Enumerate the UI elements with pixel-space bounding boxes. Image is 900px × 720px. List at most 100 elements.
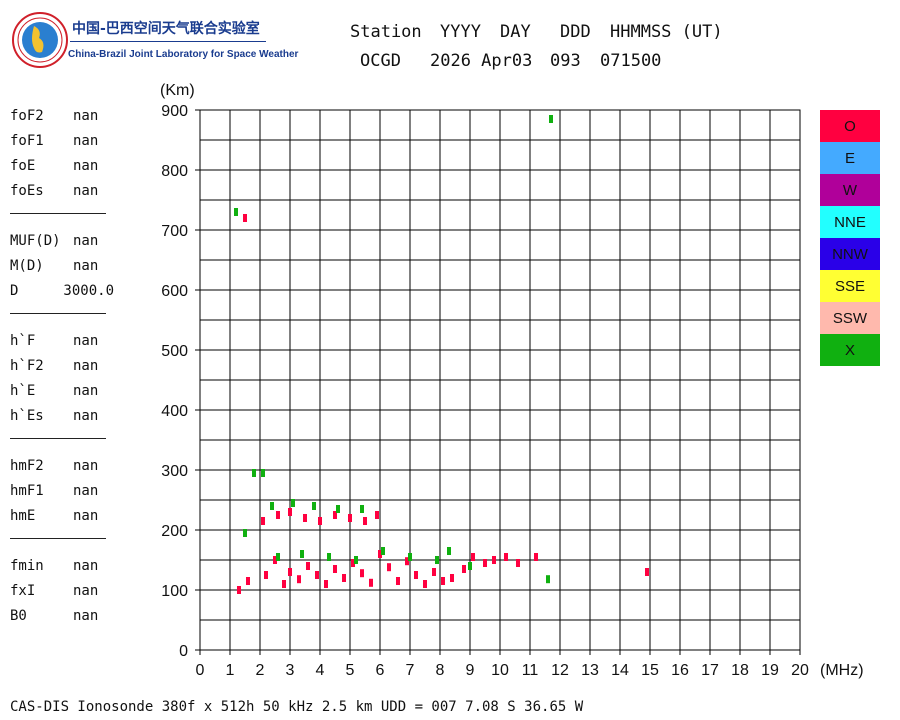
parameter-value: nan [73,358,99,374]
echo-point-x [312,502,316,510]
parameter-value: nan [73,158,99,174]
parameter-name: fmin [10,558,44,574]
echo-point-o [441,577,445,585]
parameter-row: hmF1 nan [10,483,120,503]
logo-chinese-name: 中国-巴西空间天气联合实验室 [72,21,260,37]
x-tick-label: 12 [551,662,569,679]
legend-item-x: X [820,334,880,366]
header-station-value: OCGD [360,51,401,71]
header-time-value: 071500 [600,51,662,71]
echo-point-o [387,563,391,572]
echo-point-o [333,511,337,519]
parameter-row: M(D) nan [10,258,120,278]
echo-point-o [348,514,352,522]
parameter-row: MUF(D) nan [10,233,120,253]
echo-point-o [462,565,466,573]
legend-item-e: E [820,142,880,174]
x-tick-label: 16 [671,662,689,679]
parameter-value: nan [73,408,99,424]
parameter-value: nan [73,133,99,149]
legend-item-nne: NNE [820,206,880,238]
polarization-legend: O E W NNE NNW SSE SSW X [820,110,880,366]
legend-item-o: O [820,110,880,142]
echo-point-o [405,557,409,566]
parameter-name: foF2 [10,108,44,124]
echo-point-o [375,511,379,519]
echo-point-o [315,571,319,579]
parameter-value: nan [73,183,99,199]
echo-point-x [447,547,451,555]
parameter-row: B0 nan [10,608,120,628]
echo-point-x [291,499,295,507]
parameter-name: MUF(D) [10,233,61,249]
parameter-name: foEs [10,183,44,199]
y-axis-label: (Km) [160,82,195,99]
parameter-name: hmF2 [10,458,44,474]
y-tick-label: 900 [161,103,188,120]
parameter-name: foE [10,158,36,174]
plot-frame [199,109,801,651]
y-tick-label: 700 [161,223,188,240]
parameter-value: nan [73,508,99,524]
echo-point-o [450,574,454,582]
parameter-value: nan [73,458,99,474]
echo-point-x [360,505,364,513]
echo-point-x [243,529,247,537]
legend-item-nnw: NNW [820,238,880,270]
echo-point-x [261,469,265,477]
x-tick-label: 5 [346,662,355,679]
parameter-value: nan [73,583,99,599]
parameter-row: foF2 nan [10,108,120,128]
x-tick-label: 0 [196,662,205,679]
echo-point-o [363,517,367,525]
header-doy-value: 093 [550,51,581,71]
parameter-name: M(D) [10,258,44,274]
echo-point-o [432,568,436,576]
ionogram-chart: 0 1 2 3 4 5 6 7 8 9 10 11 12 13 14 15 16 17 18 19 2001002003… [160,82,864,679]
instrument-footer: CAS-DIS Ionosonde 380f x 512h 50 kHz 2.5… [10,699,584,715]
echo-point-o [483,559,487,567]
y-tick-label: 800 [161,163,188,180]
echo-point-o [276,511,280,519]
echo-point-o [324,580,328,588]
logo: 中国-巴西空间天气联合实验室 China-Brazil Joint Labora… [12,12,298,72]
parameter-row: fxI nan [10,583,120,603]
parameter-name: h`Es [10,408,44,424]
parameter-value: nan [73,258,99,274]
echo-point-x [468,562,472,570]
x-tick-label: 7 [406,662,415,679]
echo-point-x [336,505,340,513]
parameter-name: h`E [10,383,36,399]
echo-point-o [318,517,322,525]
echo-point-o [534,553,538,561]
y-tick-label: 200 [161,523,188,540]
x-tick-label: 9 [466,662,475,679]
parameter-value: nan [73,333,99,349]
parameter-separator [10,438,106,439]
header-col-station: Station [350,22,422,42]
echo-point-o [423,580,427,588]
x-axis-label: (MHz) [820,662,864,679]
globe-logo-icon [12,12,68,68]
x-tick-label: 14 [611,662,629,679]
parameter-row: h`F nan [10,333,120,353]
parameter-row: D 3000.0 [10,283,120,303]
echo-point-o [378,550,382,558]
y-tick-label: 0 [179,643,188,660]
y-tick-label: 500 [161,343,188,360]
echo-point-o [645,568,649,576]
x-tick-label: 1 [226,662,235,679]
echo-point-x [408,553,412,561]
legend-item-ssw: SSW [820,302,880,334]
parameter-row: hmF2 nan [10,458,120,478]
parameter-value: nan [73,608,99,624]
echo-point-o [471,553,475,561]
header-col-day: DAY [500,22,531,42]
parameter-row: foF1 nan [10,133,120,153]
echo-point-o [297,575,301,584]
echo-point-x [300,550,304,558]
header-col-time: HHMMSS (UT) [610,22,723,42]
parameter-name: hmF1 [10,483,44,499]
logo-divider [70,41,266,42]
echo-point-o [288,508,292,516]
